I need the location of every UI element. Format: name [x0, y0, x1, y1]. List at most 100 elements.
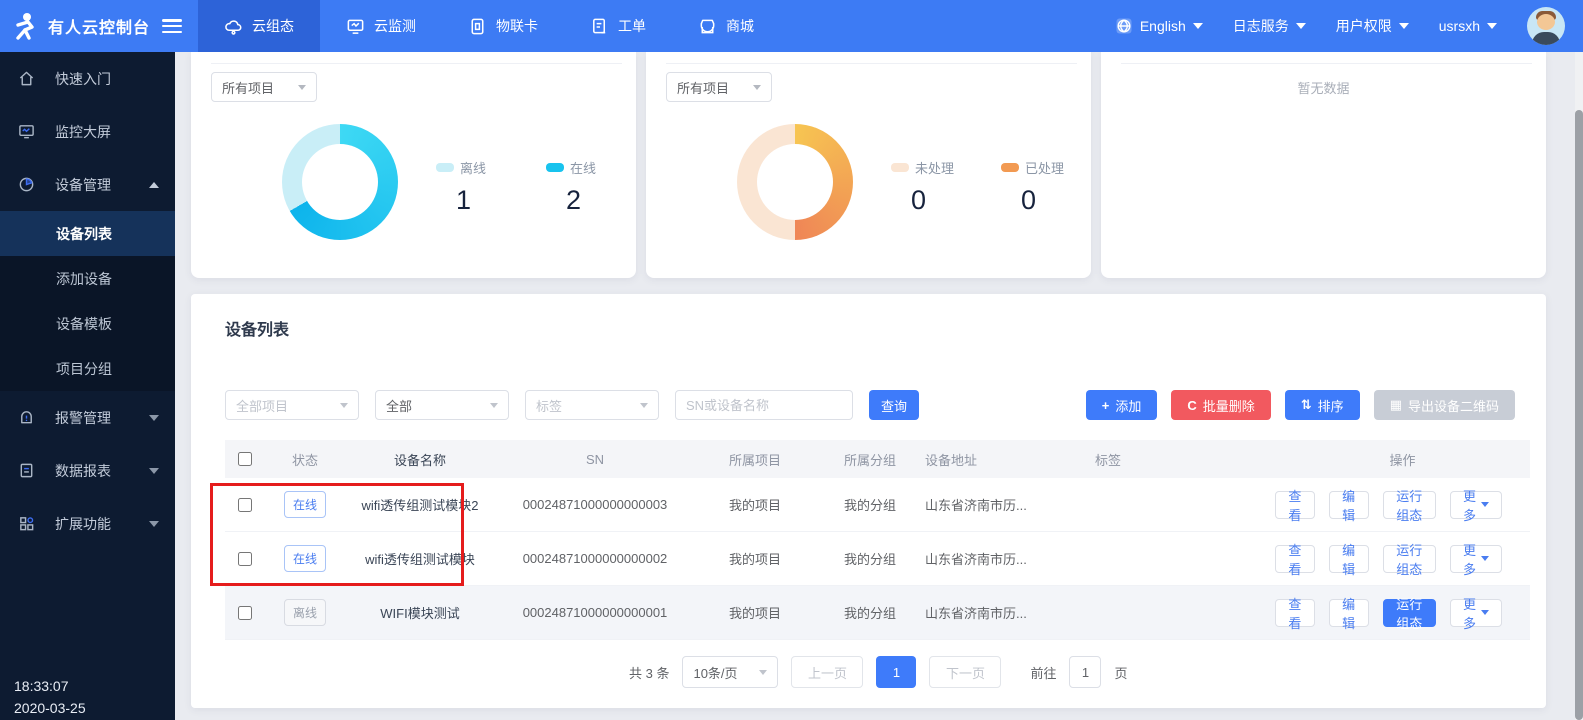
- more-button[interactable]: 更多: [1450, 545, 1502, 573]
- row-checkbox[interactable]: [238, 552, 252, 566]
- brand-title: 有人云控制台: [48, 14, 150, 38]
- alarm-status-legend: 未处理 0 已处理 0: [891, 158, 1071, 216]
- sidebar-item-project-group[interactable]: 项目分组: [0, 346, 175, 391]
- tab-mall[interactable]: 商城: [672, 0, 780, 52]
- cloud-icon: [224, 17, 243, 36]
- sidebar-item-quick-start[interactable]: 快速入门: [0, 52, 175, 105]
- device-status-legend: 离线 1 在线 2: [436, 158, 616, 216]
- sidebar-item-alarm-management[interactable]: 报警管理: [0, 391, 175, 444]
- run-scada-button[interactable]: 运行组态: [1383, 599, 1436, 627]
- device-name: wifi透传组测试模块: [345, 549, 495, 568]
- chevron-down-icon: [1193, 23, 1203, 29]
- top-navbar: 有人云控制台 云组态 云监测: [0, 0, 1583, 52]
- scrollbar-thumb[interactable]: [1575, 110, 1583, 720]
- chevron-up-icon: [149, 182, 159, 188]
- view-button[interactable]: 查看: [1275, 491, 1315, 519]
- run-scada-button[interactable]: 运行组态: [1383, 491, 1436, 519]
- chevron-down-icon: [340, 403, 348, 408]
- sidebar-item-monitor-screen[interactable]: 监控大屏: [0, 105, 175, 158]
- add-button[interactable]: +添加: [1086, 390, 1158, 420]
- chevron-down-icon: [759, 670, 767, 675]
- view-button[interactable]: 查看: [1275, 599, 1315, 627]
- toolbar: +添加 C批量删除 ⇅排序 ▦导出设备二维码: [1086, 390, 1515, 420]
- work-order-icon: [590, 17, 609, 36]
- device-management-icon: [18, 176, 35, 193]
- run-scada-button[interactable]: 运行组态: [1383, 545, 1436, 573]
- row-checkbox[interactable]: [238, 498, 252, 512]
- view-button[interactable]: 查看: [1275, 545, 1315, 573]
- search-input[interactable]: [675, 390, 853, 420]
- chevron-down-icon: [640, 403, 648, 408]
- project-filter-select[interactable]: 所有项目: [666, 72, 772, 102]
- brand: 有人云控制台: [0, 0, 186, 52]
- chevron-down-icon: [753, 85, 761, 90]
- alarm-status-donut-chart: [737, 124, 853, 240]
- alarm-icon: [18, 409, 35, 426]
- tab-cloud-monitor[interactable]: 云监测: [320, 0, 442, 52]
- tab-iot-card[interactable]: 物联卡: [442, 0, 564, 52]
- export-qr-button[interactable]: ▦导出设备二维码: [1374, 390, 1515, 420]
- hamburger-menu-icon[interactable]: [162, 19, 182, 33]
- next-page-button[interactable]: 下一页: [929, 656, 1001, 688]
- unprocessed-count: 0: [911, 185, 961, 216]
- page-unit: 页: [1114, 663, 1127, 682]
- status-badge: 离线: [284, 599, 326, 626]
- language-menu[interactable]: English: [1115, 17, 1203, 35]
- device-status-donut-chart: [282, 124, 398, 240]
- sidebar-item-add-device[interactable]: 添加设备: [0, 256, 175, 301]
- user-permission-menu[interactable]: 用户权限: [1336, 16, 1409, 36]
- device-table: 状态 设备名称 SN 所属项目 所属分组 设备地址 标签 操作 在线 wifi透…: [225, 440, 1530, 640]
- usr-logo-icon: [12, 11, 38, 41]
- username-menu[interactable]: usrsxh: [1439, 18, 1497, 34]
- goto-page-input[interactable]: [1069, 656, 1101, 688]
- qr-code-icon: ▦: [1390, 397, 1402, 413]
- device-name: wifi透传组测试模块2: [345, 495, 495, 514]
- chevron-down-icon: [1481, 556, 1489, 561]
- big-screen-icon: [18, 123, 35, 140]
- tag-select[interactable]: 标签: [525, 390, 659, 420]
- sidebar-item-device-list[interactable]: 设备列表: [0, 211, 175, 256]
- edit-button[interactable]: 编辑: [1329, 599, 1369, 627]
- no-data-text: 暂无数据: [1101, 78, 1546, 97]
- log-service-menu[interactable]: 日志服务: [1233, 16, 1306, 36]
- online-count: 2: [566, 185, 616, 216]
- device-group: 我的分组: [815, 603, 925, 622]
- device-management-submenu: 设备列表 添加设备 设备模板 项目分组: [0, 211, 175, 391]
- globe-icon: [1115, 17, 1133, 35]
- unprocessed-swatch: [891, 163, 909, 172]
- sidebar-item-device-management[interactable]: 设备管理: [0, 158, 175, 211]
- chevron-down-icon: [1487, 23, 1497, 29]
- page-scrollbar[interactable]: [1575, 52, 1583, 720]
- sidebar-item-data-report[interactable]: 数据报表: [0, 444, 175, 497]
- user-avatar[interactable]: [1527, 7, 1565, 45]
- tab-work-order[interactable]: 工单: [564, 0, 672, 52]
- page-number-button[interactable]: 1: [876, 656, 916, 688]
- select-all-checkbox[interactable]: [238, 452, 252, 466]
- device-address: 山东省济南市历...: [925, 603, 1095, 622]
- search-button[interactable]: 查询: [869, 390, 919, 420]
- page-size-select[interactable]: 10条/页: [682, 656, 778, 688]
- plus-icon: +: [1102, 398, 1110, 413]
- report-icon: [18, 462, 35, 479]
- prev-page-button[interactable]: 上一页: [791, 656, 863, 688]
- sidebar-item-device-template[interactable]: 设备模板: [0, 301, 175, 346]
- device-name: WIFI模块测试: [345, 603, 495, 622]
- row-checkbox[interactable]: [238, 606, 252, 620]
- tab-cloud-scada[interactable]: 云组态: [198, 0, 320, 52]
- device-project: 我的项目: [695, 603, 815, 622]
- table-row: 在线 wifi透传组测试模块 00024871000000000002 我的项目…: [225, 532, 1530, 586]
- project-filter-select[interactable]: 所有项目: [211, 72, 317, 102]
- chevron-down-icon: [1481, 502, 1489, 507]
- project-select[interactable]: 全部项目: [225, 390, 359, 420]
- sidebar-item-extensions[interactable]: 扩展功能: [0, 497, 175, 550]
- status-badge: 在线: [284, 545, 326, 572]
- more-button[interactable]: 更多: [1450, 599, 1502, 627]
- edit-button[interactable]: 编辑: [1329, 491, 1369, 519]
- edit-button[interactable]: 编辑: [1329, 545, 1369, 573]
- more-button[interactable]: 更多: [1450, 491, 1502, 519]
- scope-select[interactable]: 全部: [375, 390, 509, 420]
- sort-button[interactable]: ⇅排序: [1285, 390, 1360, 420]
- refresh-icon: C: [1187, 398, 1196, 413]
- online-swatch: [546, 163, 564, 172]
- batch-delete-button[interactable]: C批量删除: [1171, 390, 1270, 420]
